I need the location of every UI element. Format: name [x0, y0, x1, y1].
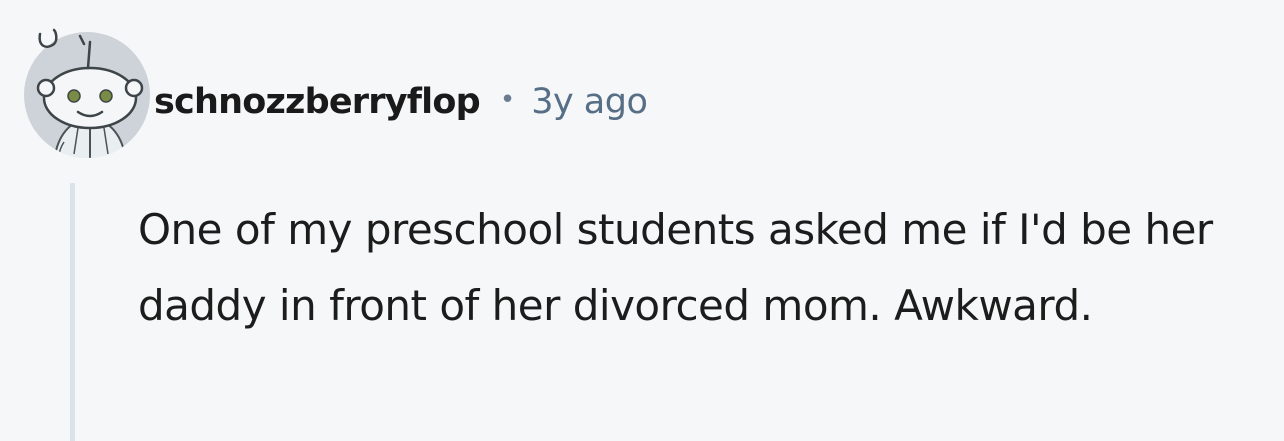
user-avatar[interactable] [24, 24, 154, 164]
snoo-avatar-icon [24, 28, 150, 158]
comment-timestamp[interactable]: 3y ago [531, 82, 648, 122]
comment-header: schnozzberryflop • 3y ago [154, 72, 648, 132]
meta-separator: • [499, 85, 516, 115]
comment-body: One of my preschool students asked me if… [138, 205, 1213, 330]
thread-collapse-line[interactable] [70, 183, 75, 441]
comment: schnozzberryflop • 3y ago One of my pres… [0, 0, 1284, 441]
author-username[interactable]: schnozzberryflop [154, 82, 481, 122]
